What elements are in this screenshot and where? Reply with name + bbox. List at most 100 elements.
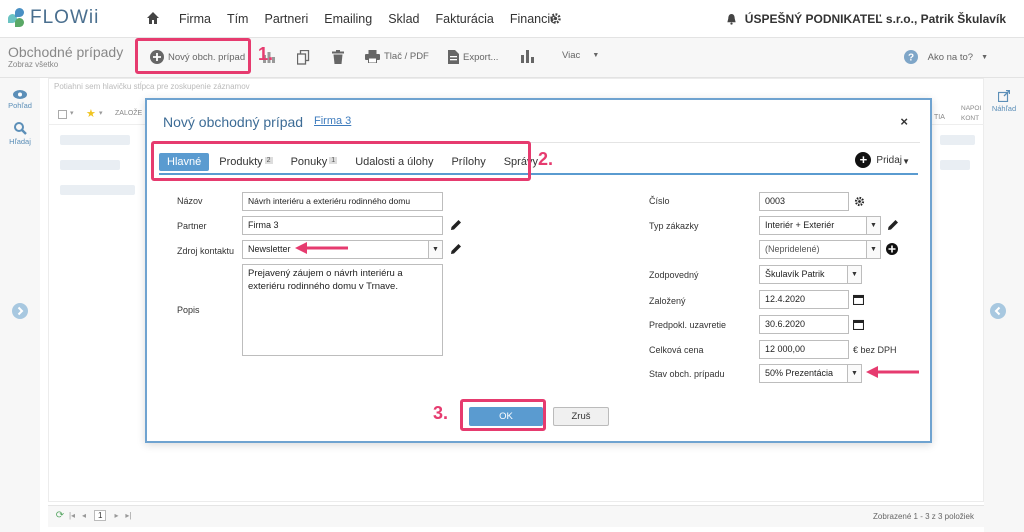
pencil-icon[interactable] [450,219,462,231]
external-link-icon [997,89,1011,103]
created-label: Založený [649,296,686,306]
page-filter[interactable]: Zobraz všetko [8,60,58,69]
nav-fakturacia[interactable]: Fakturácia [435,12,493,26]
trash-icon[interactable] [332,50,344,64]
type2-value: (Nepridelené) [765,244,820,254]
nav-tim[interactable]: Tím [227,12,249,26]
help-label: Ako na to? [927,51,974,63]
export-label: Export... [463,51,499,63]
pencil-icon[interactable] [450,243,462,255]
dialog-firm-link[interactable]: Firma 3 [314,115,351,127]
number-input[interactable]: 0003 [759,192,849,211]
home-icon[interactable] [146,11,160,25]
flowii-logo[interactable]: FLOWii [8,7,99,29]
gear-icon[interactable] [854,196,865,207]
chevron-down-icon: ▼ [981,53,988,61]
export-file-icon [448,50,459,64]
top-navbar: FLOWii Firma Tím Partneri Emailing Sklad… [0,0,1024,38]
name-label: Názov [177,196,203,206]
bar-chart-icon[interactable] [521,50,534,63]
group-hint: Potiahni sem hlavičku stĺpca pre zoskupe… [54,82,250,91]
star-icon[interactable]: ★ [86,107,96,120]
blurred-cell [60,185,135,195]
description-textarea[interactable]: Prejavený záujem o návrh interiéru a ext… [242,264,443,356]
company-user[interactable]: ÚSPEŠNÝ PODNIKATEĽ s.r.o., Patrik Škulav… [726,12,1006,26]
close-icon[interactable]: × [900,114,908,129]
footer-count: Zobrazené 1 - 3 z 3 položiek [873,512,974,521]
expand-right-arrow-icon[interactable] [990,303,1006,319]
cancel-button[interactable]: Zruš [553,407,609,426]
highlight-tabs [151,141,531,181]
name-input[interactable]: Návrh interiéru a exteriéru rodinného do… [242,192,443,211]
search-icon [13,122,27,135]
nav-firma[interactable]: Firma [179,12,211,26]
add-button[interactable]: + Pridaj [855,152,902,168]
highlight-ok [460,399,546,431]
plus-circle-icon: + [855,152,872,168]
chevron-down-icon[interactable]: ▼ [902,157,910,166]
nav-partneri[interactable]: Partneri [264,12,308,26]
owner-select[interactable]: Škulavík Patrik ▼ [759,265,862,284]
arrow-left-icon [295,242,348,254]
left-rail: Pohľad Hľadaj [0,78,40,532]
state-select[interactable]: 50% Prezentácia ▼ [759,364,862,383]
refresh-icon[interactable]: ⟳ [54,510,66,521]
owner-label: Zodpovedný [649,270,699,280]
company-name: ÚSPEŠNÝ PODNIKATEĽ s.r.o., Patrik Škulav… [744,12,1006,26]
preview-button[interactable]: Náhľad [984,89,1024,113]
calendar-icon[interactable] [853,319,864,330]
bell-icon[interactable] [726,13,737,25]
annotation-1: 1. [258,44,274,64]
col-right2a[interactable]: NAPOI [961,105,981,112]
copy-icon[interactable] [297,50,310,65]
annotation-3: 3. [433,403,449,423]
printer-icon [365,50,380,63]
gear-icon[interactable] [549,12,562,25]
source-label: Zdroj kontaktu [177,246,235,256]
page-title: Obchodné prípady [8,44,124,60]
chevron-down-icon[interactable]: ▾ [70,109,74,117]
help-circle-icon: ? [903,50,918,64]
view-button[interactable]: Pohľad [0,90,40,110]
type-select[interactable]: Interiér + Exteriér ▼ [759,216,881,235]
owner-value: Škulavík Patrik [765,269,825,279]
print-pdf-label: Tlač / PDF [384,51,429,62]
type2-select[interactable]: (Nepridelené) ▼ [759,240,881,259]
highlight-new-case [135,38,251,74]
export-button[interactable]: Export... [448,50,498,64]
add-label: Pridaj [876,154,902,166]
search-button[interactable]: Hľadaj [0,122,40,146]
type-value: Interiér + Exteriér [765,220,835,230]
page-number[interactable]: 1 [94,510,107,521]
number-label: Číslo [649,196,670,206]
nav-emailing[interactable]: Emailing [324,12,372,26]
next-page-icon[interactable]: ▸ [110,511,122,520]
chevron-down-icon: ▼ [592,52,600,59]
svg-text:?: ? [908,53,914,64]
created-input[interactable]: 12.4.2020 [759,290,849,309]
chevron-down-icon: ▼ [847,266,861,283]
plus-circle-icon[interactable] [886,243,898,255]
chevron-down-icon[interactable]: ▾ [99,109,103,117]
pencil-icon[interactable] [887,219,899,231]
prev-page-icon[interactable]: ◂ [78,511,90,520]
more-dropdown[interactable]: Viac ▼ [562,50,599,61]
first-page-icon[interactable]: |◂ [66,511,78,520]
select-all-checkbox[interactable] [58,110,67,119]
last-page-icon[interactable]: ▸| [122,511,134,520]
eye-icon [13,90,27,99]
expand-left-arrow-icon[interactable] [12,303,28,319]
help-button[interactable]: ? Ako na to? ▼ [903,50,988,64]
blurred-cell [940,135,975,145]
type-label: Typ zákazky [649,221,699,231]
partner-input[interactable]: Firma 3 [242,216,443,235]
more-label: Viac [562,50,581,61]
col-created[interactable]: ZALOŽE [115,110,142,117]
price-input[interactable]: 12 000,00 [759,340,849,359]
annotation-2: 2. [538,149,554,169]
print-pdf-button[interactable]: Tlač / PDF [365,50,429,63]
col-right1[interactable]: TIA [934,114,945,121]
calendar-icon[interactable] [853,294,864,305]
nav-sklad[interactable]: Sklad [388,12,419,26]
expected-close-input[interactable]: 30.6.2020 [759,315,849,334]
